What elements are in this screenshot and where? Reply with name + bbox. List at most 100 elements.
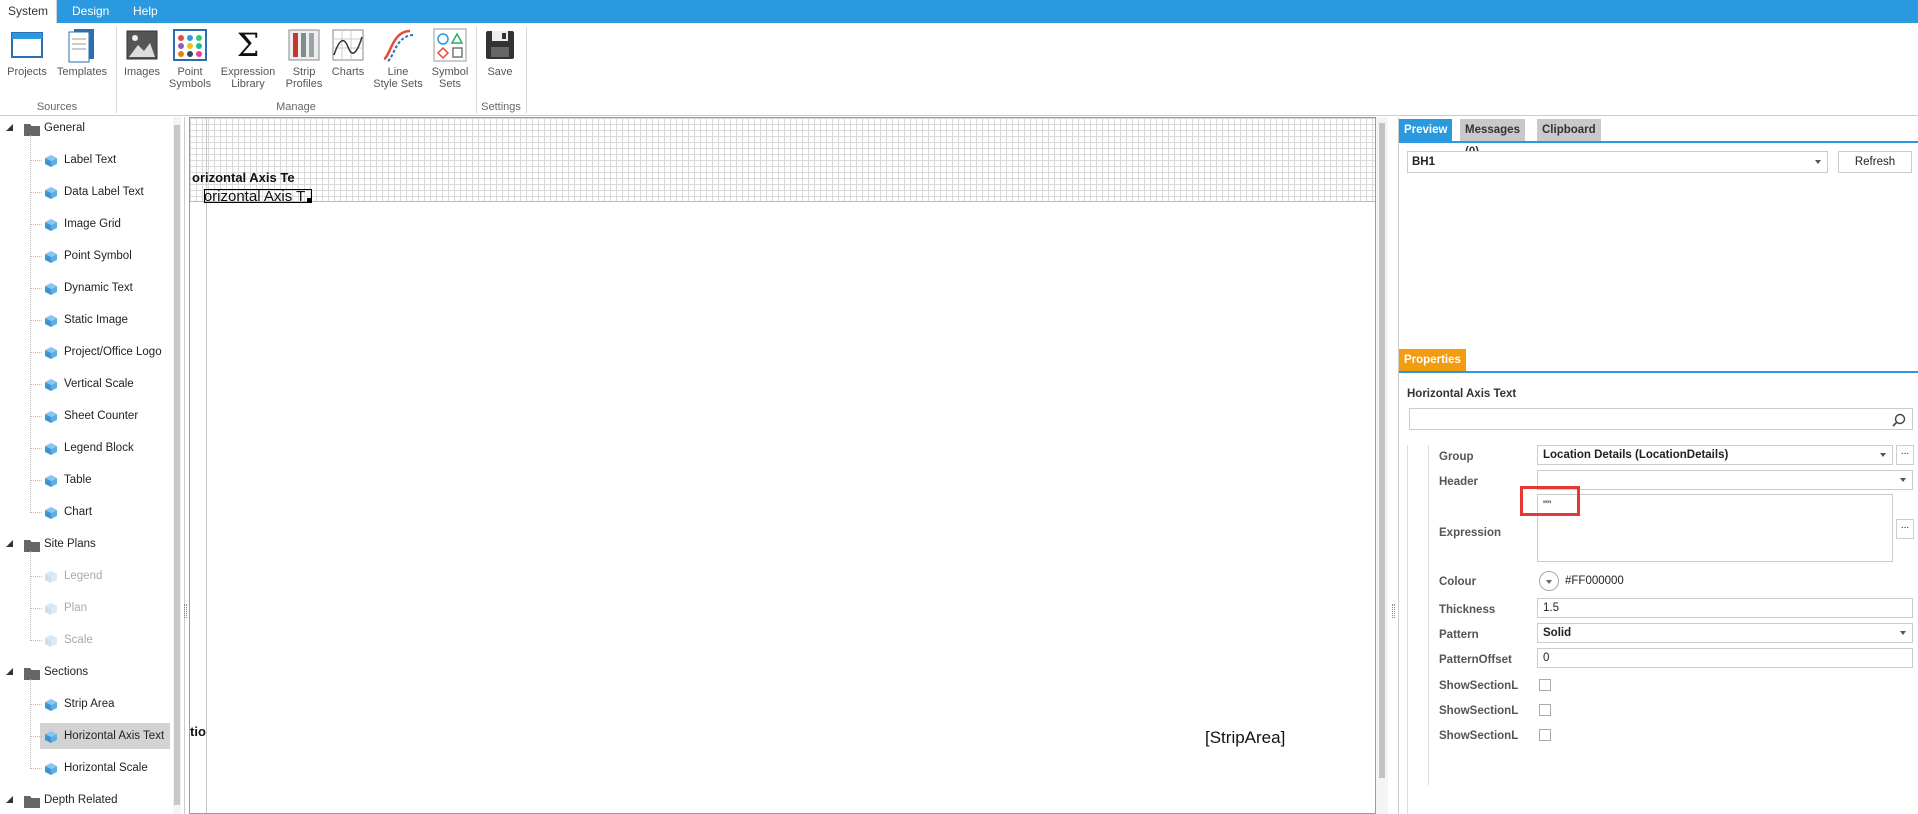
prop-label-pattern: Pattern: [1439, 629, 1479, 641]
strip-profiles-button[interactable]: Strip Profiles: [282, 27, 326, 90]
tree-item-vertical-scale[interactable]: Vertical Scale: [40, 371, 170, 397]
group-select[interactable]: Location Details (LocationDetails): [1537, 445, 1893, 465]
property-search-input[interactable]: [1409, 408, 1913, 430]
canvas-scrollbar[interactable]: [1376, 117, 1388, 814]
component-cube-icon: [44, 344, 58, 370]
line-style-sets-label-1: Line: [387, 66, 409, 78]
canvas-margin-line: [206, 118, 207, 813]
properties-underline: [1399, 371, 1918, 373]
tree-item-label-text[interactable]: Label Text: [40, 147, 170, 173]
point-symbols-button[interactable]: Point Symbols: [166, 27, 214, 90]
axis-text-selected-label: Horizontal Axis T: [204, 189, 306, 203]
tree-item-project-office-logo[interactable]: Project/Office Logo: [40, 339, 170, 365]
tree-item-static-image[interactable]: Static Image: [40, 307, 170, 333]
expand-triangle-icon[interactable]: [6, 668, 13, 675]
tab-clipboard[interactable]: Clipboard: [1537, 119, 1601, 141]
tree-item-data-label-text[interactable]: Data Label Text: [40, 179, 170, 205]
tree-item-horizontal-axis-text[interactable]: Horizontal Axis Text: [40, 723, 170, 749]
group-label-manage: Manage: [276, 101, 316, 113]
expression-textarea[interactable]: "": [1537, 494, 1893, 562]
expand-triangle-icon[interactable]: [6, 124, 13, 131]
tree-item-sheet-counter[interactable]: Sheet Counter: [40, 403, 170, 429]
expression-library-button[interactable]: Σ Expression Library: [218, 27, 278, 90]
show-section-line-intermediate-checkbox[interactable]: [1539, 704, 1551, 716]
expand-triangle-icon[interactable]: [6, 796, 13, 803]
line-style-sets-label-2: Style Sets: [373, 78, 423, 90]
show-section-line-start-checkbox[interactable]: [1539, 679, 1551, 691]
tree-item-plan: Plan: [40, 595, 170, 621]
left-splitter-grip[interactable]: [184, 604, 187, 618]
pattern-select[interactable]: Solid: [1537, 623, 1913, 643]
search-icon[interactable]: [1892, 413, 1906, 427]
canvas-scrollbar-thumb[interactable]: [1379, 123, 1385, 778]
tree-item-horizontal-scale[interactable]: Horizontal Scale: [40, 755, 170, 781]
tree-item-chart[interactable]: Chart: [40, 499, 170, 525]
property-grid-line: [1428, 445, 1429, 785]
tree-connector: [30, 704, 42, 705]
axis-text-label[interactable]: orizontal Axis Te: [192, 170, 300, 185]
symbol-sets-button[interactable]: Symbol Sets: [428, 27, 472, 90]
tree-folder-label: General: [44, 122, 85, 134]
symbol-sets-icon: [432, 27, 468, 63]
tab-preview[interactable]: Preview: [1399, 119, 1453, 141]
tree-item-strip-area[interactable]: Strip Area: [40, 691, 170, 717]
section-label[interactable]: tio: [190, 724, 206, 739]
component-cube-icon: [44, 568, 58, 594]
ribbon-separator: [526, 27, 527, 113]
expression-browse-button[interactable]: ...: [1896, 519, 1914, 539]
tree-item-legend: Legend: [40, 563, 170, 589]
header-select[interactable]: [1537, 470, 1913, 490]
refresh-button[interactable]: Refresh: [1838, 151, 1912, 173]
tree-item-table[interactable]: Table: [40, 467, 170, 493]
colour-value: #FF000000: [1565, 575, 1624, 587]
colour-picker-button[interactable]: [1539, 571, 1559, 591]
right-panel: Preview Messages (0) Clipboard BH1 Refre…: [1398, 117, 1918, 814]
charts-button[interactable]: Charts: [328, 27, 368, 78]
prop-label-header: Header: [1439, 476, 1478, 488]
group-browse-button[interactable]: ...: [1896, 445, 1914, 465]
tree-item-point-symbol[interactable]: Point Symbol: [40, 243, 170, 269]
charts-label: Charts: [331, 66, 365, 78]
preview-borehole-select[interactable]: BH1: [1407, 151, 1828, 173]
tree-folder-depth-related[interactable]: Depth Related: [6, 787, 171, 813]
tab-messages[interactable]: Messages (0): [1460, 119, 1525, 158]
tree-connector: [30, 736, 42, 737]
menu-tab-system[interactable]: System: [0, 0, 57, 23]
prop-label-show-start: ShowSectionLineStart: [1439, 680, 1519, 692]
tab-properties[interactable]: Properties: [1399, 349, 1466, 371]
axis-text-selected[interactable]: Horizontal Axis T: [204, 189, 312, 203]
line-style-sets-button[interactable]: Line Style Sets: [372, 27, 424, 90]
tree-item-label: Project/Office Logo: [64, 346, 162, 358]
menu-bar: System Design Help: [0, 0, 1918, 23]
projects-button[interactable]: Projects: [6, 27, 48, 78]
tree-item-legend-block[interactable]: Legend Block: [40, 435, 170, 461]
component-cube-icon: [44, 248, 58, 274]
menu-tab-design[interactable]: Design: [62, 0, 119, 23]
design-canvas[interactable]: orizontal Axis Te Horizontal Axis T tio …: [189, 117, 1376, 814]
tree-item-label: Horizontal Scale: [64, 762, 148, 774]
pattern-offset-input[interactable]: 0: [1537, 648, 1913, 668]
property-grid-line: [1407, 445, 1408, 814]
projects-label: Projects: [7, 66, 47, 78]
strip-area-placeholder[interactable]: [StripArea]: [1205, 728, 1285, 748]
tree-scrollbar[interactable]: [173, 117, 181, 814]
tree-item-label: Legend Block: [64, 442, 134, 454]
tree-folder-label: Depth Related: [44, 794, 118, 806]
point-symbols-label-1: Point: [177, 66, 203, 78]
right-splitter-grip[interactable]: [1392, 604, 1395, 618]
save-button[interactable]: Save: [482, 27, 518, 78]
tree-item-image-grid[interactable]: Image Grid: [40, 211, 170, 237]
images-button[interactable]: Images: [122, 27, 162, 78]
show-section-line-end-checkbox[interactable]: [1539, 729, 1551, 741]
tree-item-label: Legend: [64, 570, 103, 582]
component-cube-icon: [44, 728, 58, 754]
tree-scrollbar-thumb[interactable]: [174, 125, 180, 805]
symbol-sets-label-1: Symbol: [431, 66, 469, 78]
expand-triangle-icon[interactable]: [6, 540, 13, 547]
templates-button[interactable]: Templates: [56, 27, 108, 78]
tree-item-dynamic-text[interactable]: Dynamic Text: [40, 275, 170, 301]
menu-tab-help[interactable]: Help: [123, 0, 168, 23]
resize-handle[interactable]: [307, 198, 312, 203]
templates-label: Templates: [56, 66, 108, 78]
thickness-input[interactable]: 1.5: [1537, 598, 1913, 618]
